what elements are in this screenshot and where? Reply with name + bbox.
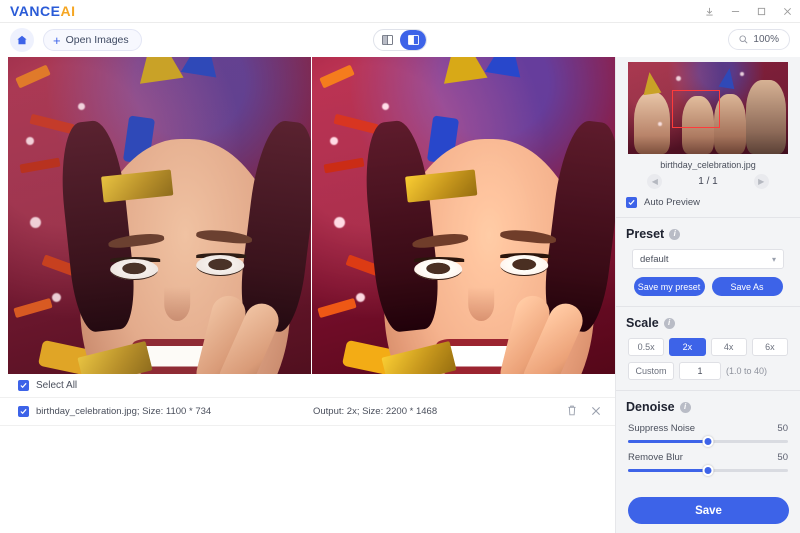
scale-option-1[interactable]: 2x [669, 338, 706, 356]
preset-select[interactable]: default ▾ [632, 249, 784, 269]
app-logo: VANCEAI [10, 3, 75, 19]
thumbnail-preview[interactable] [628, 62, 788, 154]
file-output-info: Output: 2x; Size: 2200 * 1468 [313, 406, 438, 417]
auto-preview-row: Auto Preview [626, 197, 800, 208]
custom-scale-hint: (1.0 to 40) [726, 366, 768, 376]
view-mode-toggle[interactable] [373, 29, 427, 51]
file-name-and-size: birthday_celebration.jpg; Size: 1100 * 7… [36, 406, 212, 417]
denoise-title-text: Denoise [626, 400, 675, 414]
open-images-label: Open Images [65, 34, 129, 46]
trash-icon[interactable] [567, 403, 577, 421]
preset-title-text: Preset [626, 227, 665, 241]
suppress-noise-slider-handle[interactable] [702, 436, 714, 447]
minimize-icon[interactable] [722, 0, 748, 23]
info-icon[interactable]: i [663, 317, 675, 329]
preset-selected-value: default [640, 253, 669, 265]
after-image [312, 57, 615, 374]
row-actions [567, 403, 601, 421]
suppress-noise-label-row: Suppress Noise 50 [628, 423, 788, 434]
preset-buttons: Save my preset Save As [628, 277, 788, 296]
scale-option-2[interactable]: 4x [710, 338, 747, 356]
home-icon[interactable] [10, 28, 34, 52]
title-bar: VANCEAI [0, 0, 800, 23]
select-all-row: Select All [0, 374, 615, 398]
window-controls [696, 0, 800, 23]
suppress-noise-slider[interactable] [628, 436, 788, 447]
file-row-checkbox[interactable] [18, 406, 29, 417]
info-icon[interactable]: i [669, 228, 681, 240]
save-as-button[interactable]: Save As [711, 277, 783, 296]
chevron-right-icon[interactable]: ▶ [753, 174, 769, 189]
remove-blur-label-row: Remove Blur 50 [628, 452, 788, 463]
auto-preview-label: Auto Preview [644, 197, 700, 208]
pin-window-icon[interactable] [696, 0, 722, 23]
view-mode-split[interactable] [400, 30, 426, 50]
divider [616, 390, 800, 391]
scale-section-title: Scale i [626, 316, 800, 330]
remove-blur-slider[interactable] [628, 465, 788, 476]
logo-text-accent: AI [60, 3, 76, 19]
zoom-level-value: 100% [753, 34, 779, 45]
save-button[interactable]: Save [628, 497, 789, 524]
auto-preview-checkbox[interactable] [626, 197, 637, 208]
before-pane[interactable] [8, 57, 311, 374]
view-mode-single[interactable] [374, 30, 400, 50]
save-my-preset-button[interactable]: Save my preset [633, 277, 705, 296]
after-pane[interactable] [312, 57, 615, 374]
zoom-level-control[interactable]: 100% [728, 29, 790, 50]
scale-option-0[interactable]: 0.5x [628, 338, 665, 356]
preview-area [8, 57, 615, 374]
remove-blur-label: Remove Blur [628, 452, 683, 463]
plus-icon: + [53, 32, 61, 48]
crop-region-indicator[interactable] [672, 90, 720, 128]
open-images-button[interactable]: + Open Images [43, 29, 142, 51]
chevron-left-icon[interactable]: ◀ [647, 174, 663, 189]
app-window: VANCEAI + Open Images 100% Select All bi… [0, 0, 800, 533]
suppress-noise-slider-block: Suppress Noise 50 [628, 423, 788, 447]
table-row[interactable]: birthday_celebration.jpg; Size: 1100 * 7… [0, 398, 615, 426]
close-icon[interactable] [774, 0, 800, 23]
suppress-noise-label: Suppress Noise [628, 423, 696, 434]
scale-title-text: Scale [626, 316, 659, 330]
denoise-section-title: Denoise i [626, 400, 800, 414]
pager-text: 1 / 1 [698, 176, 718, 187]
preset-section-title: Preset i [626, 227, 800, 241]
scale-options: 0.5x 2x 4x 6x [628, 338, 788, 356]
remove-blur-value: 50 [777, 452, 788, 463]
before-image [8, 57, 311, 374]
suppress-noise-value: 50 [777, 423, 788, 434]
remove-blur-slider-handle[interactable] [702, 465, 714, 476]
close-icon[interactable] [591, 403, 601, 421]
chevron-down-icon: ▾ [771, 254, 776, 264]
divider [616, 217, 800, 218]
thumbnail-file-name: birthday_celebration.jpg [660, 160, 756, 170]
custom-scale-input[interactable]: 1 [679, 362, 721, 380]
remove-blur-slider-block: Remove Blur 50 [628, 452, 788, 476]
custom-scale-button[interactable]: Custom [628, 362, 674, 380]
search-icon [739, 35, 748, 44]
maximize-icon[interactable] [748, 0, 774, 23]
settings-sidebar: birthday_celebration.jpg ◀ 1 / 1 ▶ Auto … [615, 57, 800, 533]
info-icon[interactable]: i [679, 401, 691, 413]
thumbnail-pager: ◀ 1 / 1 ▶ [616, 174, 800, 189]
custom-scale-row: Custom 1 (1.0 to 40) [628, 362, 788, 380]
scale-option-3[interactable]: 6x [751, 338, 788, 356]
select-all-label: Select All [36, 380, 78, 391]
divider [616, 306, 800, 307]
logo-text-primary: VANCE [10, 3, 61, 19]
select-all-checkbox[interactable] [18, 380, 29, 391]
